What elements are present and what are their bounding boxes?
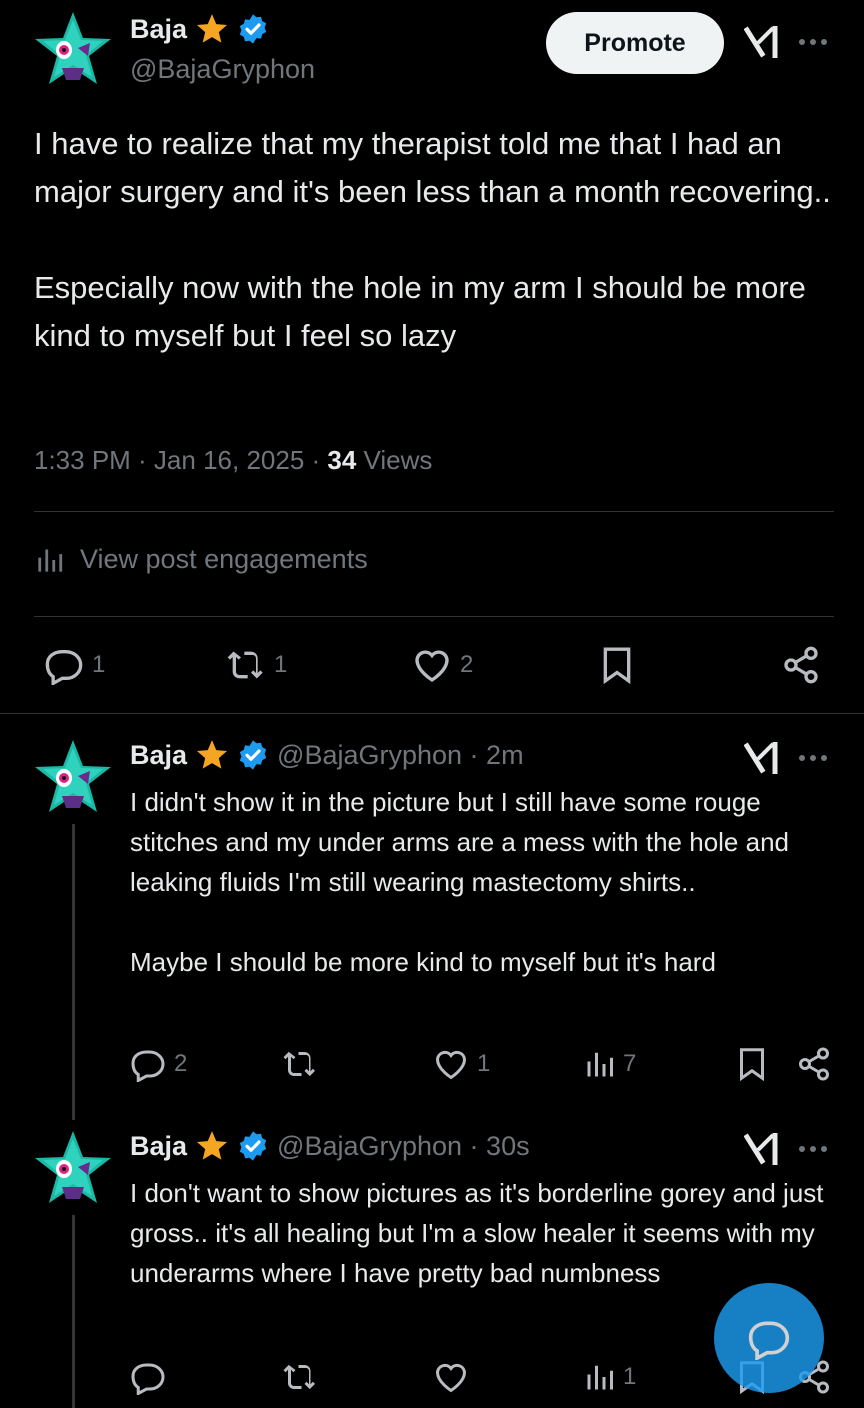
reply-icon	[131, 1363, 165, 1395]
promote-button[interactable]: Promote	[546, 12, 724, 74]
like-count: 2	[460, 651, 474, 678]
reply-icon	[131, 1050, 165, 1082]
reply-icon	[45, 650, 83, 685]
avatar[interactable]	[34, 10, 112, 88]
compose-icon	[748, 1321, 790, 1360]
bookmark-icon[interactable]	[734, 1046, 770, 1082]
compose-reply-button[interactable]	[714, 1283, 824, 1393]
star-icon	[197, 1131, 228, 1160]
avatar[interactable]	[34, 738, 112, 816]
post-timestamp[interactable]: 1:33 PM · Jan 16, 2025 ·	[34, 445, 327, 475]
reply-button[interactable]	[130, 1359, 174, 1395]
like-icon	[415, 650, 449, 682]
avatar-image	[35, 740, 111, 812]
thread-line	[72, 824, 75, 1120]
more-icon[interactable]	[797, 1143, 829, 1155]
reply-text: I don't want to show pictures as it's bo…	[130, 1178, 831, 1288]
star-icon	[197, 14, 228, 43]
verified-icon[interactable]	[237, 739, 269, 771]
like-button[interactable]: 2	[412, 645, 473, 685]
views-count: 7	[623, 1050, 637, 1077]
more-icon[interactable]	[797, 36, 829, 48]
view-engagements-label: View post engagements	[80, 544, 368, 574]
author-name[interactable]: Baja	[130, 14, 187, 45]
share-icon[interactable]	[796, 1046, 832, 1082]
avatar[interactable]	[34, 1129, 112, 1207]
grok-icon[interactable]	[744, 24, 778, 60]
views-button[interactable]: 1	[585, 1359, 636, 1395]
avatar-image	[35, 1131, 111, 1203]
views-icon	[587, 1365, 613, 1390]
views-icon	[587, 1052, 613, 1077]
post-text: I have to realize that my therapist told…	[34, 126, 831, 353]
views-count: 1	[623, 1363, 637, 1390]
repost-icon	[283, 1051, 315, 1077]
views-count: 34	[327, 445, 357, 475]
like-button[interactable]	[433, 1359, 477, 1395]
repost-button[interactable]: 1	[226, 645, 287, 685]
views-button[interactable]: 7	[585, 1046, 636, 1082]
repost-icon	[227, 651, 263, 679]
divider	[34, 616, 834, 617]
repost-button[interactable]	[282, 1359, 326, 1395]
grok-icon[interactable]	[744, 1131, 778, 1167]
like-icon	[435, 1363, 467, 1393]
verified-icon[interactable]	[237, 1130, 269, 1162]
like-button[interactable]: 1	[433, 1046, 490, 1082]
grok-icon[interactable]	[744, 740, 778, 776]
reply-text: I didn't show it in the picture but I st…	[130, 787, 789, 977]
author-name[interactable]: Baja	[130, 740, 187, 771]
reply-button[interactable]: 1	[44, 645, 105, 685]
avatar-image	[35, 12, 111, 84]
repost-count: 1	[274, 651, 288, 678]
verified-icon[interactable]	[237, 13, 269, 45]
author-handle[interactable]: @BajaGryphon	[130, 54, 315, 85]
thread-line	[72, 1215, 75, 1408]
star-icon	[197, 740, 228, 769]
views-icon	[38, 549, 63, 572]
bookmark-icon[interactable]	[597, 645, 637, 685]
reply-button[interactable]: 2	[130, 1046, 187, 1082]
divider	[0, 713, 864, 714]
more-icon[interactable]	[797, 752, 829, 764]
reply-header: Baja @BajaGryphon · 2m	[130, 738, 524, 772]
view-engagements-link[interactable]: View post engagements	[36, 544, 368, 575]
like-icon	[435, 1050, 467, 1080]
views-label: Views	[356, 445, 433, 475]
author-handle[interactable]: @BajaGryphon · 30s	[277, 1131, 530, 1162]
author-name[interactable]: Baja	[130, 1131, 187, 1162]
repost-icon	[283, 1364, 315, 1390]
post-meta: 1:33 PM · Jan 16, 2025 · 34 Views	[34, 440, 432, 480]
reply-count: 2	[174, 1050, 188, 1077]
divider	[34, 511, 834, 512]
reply-header: Baja @BajaGryphon · 30s	[130, 1129, 530, 1163]
author-handle[interactable]: @BajaGryphon · 2m	[277, 740, 524, 771]
repost-button[interactable]	[282, 1046, 326, 1082]
like-count: 1	[477, 1050, 491, 1077]
share-icon[interactable]	[781, 645, 821, 685]
reply-count: 1	[92, 651, 106, 678]
